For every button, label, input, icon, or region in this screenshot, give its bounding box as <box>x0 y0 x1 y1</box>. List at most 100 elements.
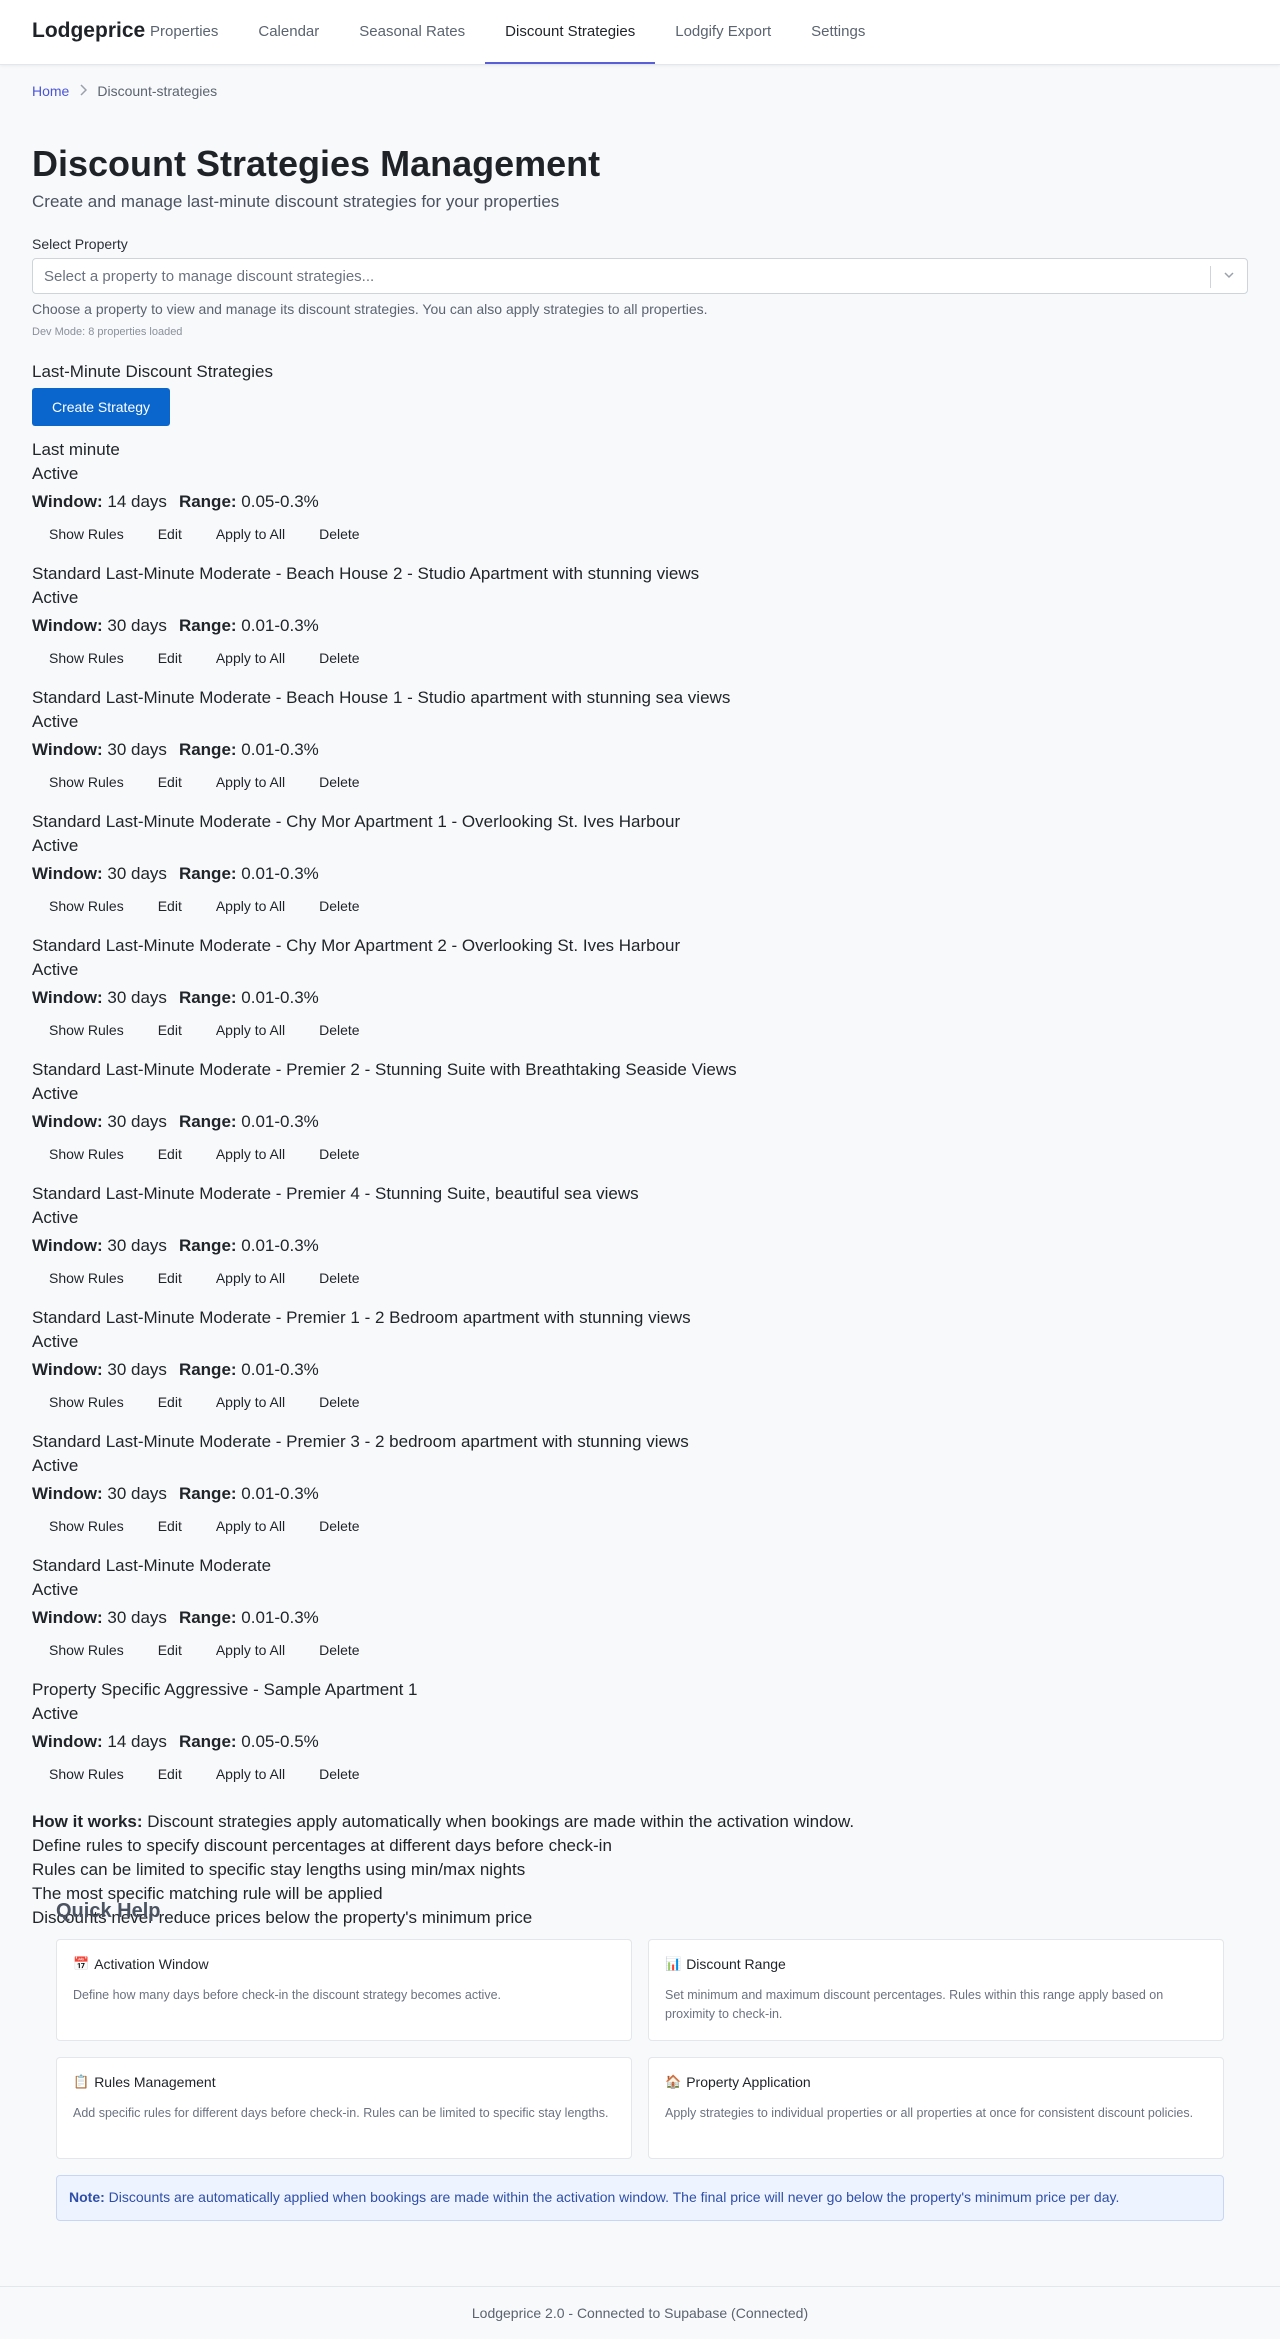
edit-button[interactable]: Edit <box>141 1760 199 1788</box>
delete-button[interactable]: Delete <box>302 768 376 796</box>
show-rules-button[interactable]: Show Rules <box>32 768 141 796</box>
select-help-text: Choose a property to view and manage its… <box>32 301 708 317</box>
range-value: 0.01-0.3% <box>241 740 319 759</box>
clipboard-icon: 📋 <box>73 2074 90 2089</box>
strategy-meta: Window: 14 days Range: 0.05-0.3% <box>32 490 1248 514</box>
delete-button[interactable]: Delete <box>302 892 376 920</box>
edit-button[interactable]: Edit <box>141 892 199 920</box>
edit-button[interactable]: Edit <box>141 520 199 548</box>
apply-to-all-button[interactable]: Apply to All <box>199 644 302 672</box>
quick-help-card-title-text: Rules Management <box>94 2074 216 2090</box>
edit-button[interactable]: Edit <box>141 1636 199 1664</box>
range-label: Range: <box>178 1732 237 1751</box>
brand-logo[interactable]: Lodgeprice <box>32 19 145 43</box>
delete-button[interactable]: Delete <box>302 1512 376 1540</box>
window-label: Window: <box>32 616 103 635</box>
range-label: Range: <box>178 1484 237 1503</box>
strategy-name: Standard Last-Minute Moderate - Chy Mor … <box>32 936 681 955</box>
apply-to-all-button[interactable]: Apply to All <box>199 1512 302 1540</box>
window-value: 30 days <box>107 616 167 635</box>
apply-to-all-button[interactable]: Apply to All <box>199 1388 302 1416</box>
edit-button[interactable]: Edit <box>141 768 199 796</box>
range-value: 0.05-0.3% <box>241 492 319 511</box>
strategy-name: Standard Last-Minute Moderate - Chy Mor … <box>32 812 681 831</box>
apply-to-all-button[interactable]: Apply to All <box>199 1636 302 1664</box>
chevron-down-icon[interactable] <box>1222 268 1236 282</box>
strategy-status: Active <box>32 1704 79 1723</box>
show-rules-button[interactable]: Show Rules <box>32 1388 141 1416</box>
edit-button[interactable]: Edit <box>141 1512 199 1540</box>
calendar-icon: 📅 <box>73 1956 90 1971</box>
apply-to-all-button[interactable]: Apply to All <box>199 1760 302 1788</box>
strategy-actions: Show Rules Edit Apply to All Delete <box>32 1016 1248 1044</box>
show-rules-button[interactable]: Show Rules <box>32 1512 141 1540</box>
delete-button[interactable]: Delete <box>302 1016 376 1044</box>
strategy-meta: Window: 30 days Range: 0.01-0.3% <box>32 738 1248 762</box>
apply-to-all-button[interactable]: Apply to All <box>199 768 302 796</box>
strategy-actions: Show Rules Edit Apply to All Delete <box>32 1140 1248 1168</box>
nav-item-settings[interactable]: Settings <box>791 0 885 64</box>
apply-to-all-button[interactable]: Apply to All <box>199 1016 302 1044</box>
show-rules-button[interactable]: Show Rules <box>32 1016 141 1044</box>
edit-button[interactable]: Edit <box>141 1016 199 1044</box>
window-label: Window: <box>32 1732 103 1751</box>
edit-button[interactable]: Edit <box>141 644 199 672</box>
quick-help-card-desc: Apply strategies to individual propertie… <box>665 2106 1194 2120</box>
edit-button[interactable]: Edit <box>141 1140 199 1168</box>
window-label: Window: <box>32 1360 103 1379</box>
window-label: Window: <box>32 740 103 759</box>
window-value: 30 days <box>107 988 167 1007</box>
breadcrumb-home-link[interactable]: Home <box>32 83 69 99</box>
property-select[interactable]: Select a property to manage discount str… <box>32 258 1248 294</box>
nav-item-calendar[interactable]: Calendar <box>238 0 339 64</box>
nav-item-lodgify-export[interactable]: Lodgify Export <box>655 0 791 64</box>
apply-to-all-button[interactable]: Apply to All <box>199 892 302 920</box>
delete-button[interactable]: Delete <box>302 1264 376 1292</box>
how-it-works-label: How it works: <box>32 1812 143 1831</box>
nav-item-seasonal-rates[interactable]: Seasonal Rates <box>339 0 485 64</box>
delete-button[interactable]: Delete <box>302 1760 376 1788</box>
quick-help-card-title: 📊 Discount Range <box>665 1956 1207 1972</box>
show-rules-button[interactable]: Show Rules <box>32 892 141 920</box>
range-value: 0.01-0.3% <box>241 1112 319 1131</box>
window-value: 30 days <box>107 1484 167 1503</box>
strategy-item: Standard Last-Minute Moderate - Chy Mor … <box>32 934 1248 1044</box>
select-property-label: Select Property <box>32 236 128 252</box>
quick-help-card-title-text: Property Application <box>686 2074 811 2090</box>
edit-button[interactable]: Edit <box>141 1388 199 1416</box>
note-text: Discounts are automatically applied when… <box>104 2189 1120 2205</box>
page-subtitle: Create and manage last-minute discount s… <box>32 192 560 211</box>
how-it-works-text: Discount strategies apply automatically … <box>142 1812 855 1831</box>
quick-help-card: 📊 Discount Range Set minimum and maximum d… <box>648 1939 1224 2041</box>
chevron-right-icon <box>79 83 88 99</box>
nav-item-discount-strategies[interactable]: Discount Strategies <box>485 0 656 64</box>
show-rules-button[interactable]: Show Rules <box>32 1140 141 1168</box>
strategy-status: Active <box>32 712 79 731</box>
edit-button[interactable]: Edit <box>141 1264 199 1292</box>
show-rules-button[interactable]: Show Rules <box>32 644 141 672</box>
range-label: Range: <box>178 864 237 883</box>
show-rules-button[interactable]: Show Rules <box>32 520 141 548</box>
delete-button[interactable]: Delete <box>302 1636 376 1664</box>
strategy-status: Active <box>32 1456 79 1475</box>
apply-to-all-button[interactable]: Apply to All <box>199 520 302 548</box>
show-rules-button[interactable]: Show Rules <box>32 1636 141 1664</box>
how-it-works-point: Define rules to specify discount percent… <box>32 1836 612 1855</box>
show-rules-button[interactable]: Show Rules <box>32 1760 141 1788</box>
window-value: 30 days <box>107 1236 167 1255</box>
delete-button[interactable]: Delete <box>302 520 376 548</box>
quick-help-card: 📋 Rules Management Add specific rules for … <box>56 2057 632 2159</box>
apply-to-all-button[interactable]: Apply to All <box>199 1140 302 1168</box>
strategy-actions: Show Rules Edit Apply to All Delete <box>32 644 1248 672</box>
delete-button[interactable]: Delete <box>302 644 376 672</box>
create-strategy-button[interactable]: Create Strategy <box>32 388 170 426</box>
apply-to-all-button[interactable]: Apply to All <box>199 1264 302 1292</box>
show-rules-button[interactable]: Show Rules <box>32 1264 141 1292</box>
strategy-meta: Window: 30 days Range: 0.01-0.3% <box>32 1234 1248 1258</box>
delete-button[interactable]: Delete <box>302 1388 376 1416</box>
delete-button[interactable]: Delete <box>302 1140 376 1168</box>
strategy-item: Standard Last-Minute Moderate - Beach Ho… <box>32 562 1248 672</box>
window-label: Window: <box>32 864 103 883</box>
nav-item-properties[interactable]: Properties <box>130 0 238 64</box>
strategy-status: Active <box>32 588 79 607</box>
